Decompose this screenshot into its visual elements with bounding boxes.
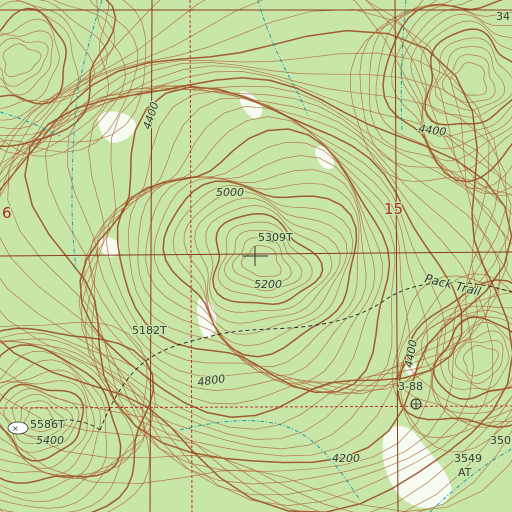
spot-elevation: 5182T <box>132 324 167 337</box>
benchmark-icon <box>410 398 422 410</box>
elevation-label: 5000 <box>216 186 244 199</box>
section-number: 15 <box>384 200 403 218</box>
benchmark-label: 3-88 <box>398 380 423 393</box>
spot-elevation: 5309T <box>258 231 293 244</box>
section-number: 6 <box>2 204 12 222</box>
edge-label: 34 <box>496 10 510 23</box>
spot-elevation-suffix: AT <box>458 466 472 479</box>
elevation-label: 5400 <box>36 434 64 447</box>
spot-5586-marker: × <box>7 421 29 435</box>
elevation-label: 4200 <box>332 452 360 465</box>
spot-elevation: 350 <box>490 434 511 447</box>
spot-elevation: 5586T <box>30 418 65 431</box>
topographic-map: × × 4400 4400 5000 5200 4800 4200 5400 4… <box>0 0 512 512</box>
svg-text:×: × <box>12 424 19 433</box>
elevation-label: 5200 <box>254 278 282 291</box>
spot-elevation: 3549 <box>454 452 482 465</box>
